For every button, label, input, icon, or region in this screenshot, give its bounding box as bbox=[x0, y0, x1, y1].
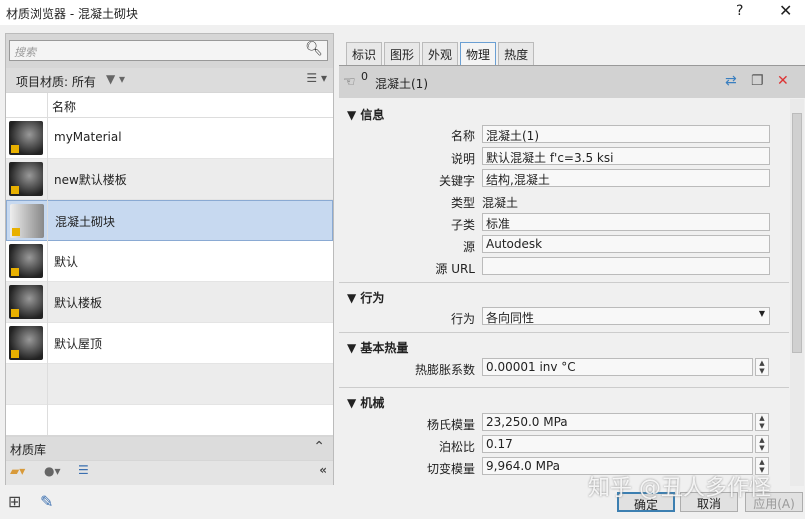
name-field[interactable]: 混凝土(1) bbox=[482, 125, 770, 143]
library-label: 材质库 bbox=[10, 443, 47, 457]
material-thumbnail bbox=[10, 204, 44, 238]
behavior-select[interactable]: 各向同性 ▼ bbox=[482, 307, 770, 325]
description-label: 说明 bbox=[450, 152, 475, 166]
tab-physical[interactable]: 物理 bbox=[460, 42, 497, 65]
material-name: 默认 bbox=[54, 255, 79, 269]
search-icon[interactable]: 🔍︎ bbox=[305, 41, 323, 57]
edit-material-icon[interactable]: ✎ bbox=[40, 492, 53, 511]
type-label: 类型 bbox=[450, 196, 475, 210]
filter-label: 项目材质: 所有 bbox=[16, 75, 96, 89]
tab-identity[interactable]: 标识 bbox=[346, 42, 383, 65]
empty-row bbox=[6, 364, 333, 405]
subtype-label: 子类 bbox=[450, 218, 475, 232]
name-label: 名称 bbox=[450, 129, 475, 143]
asset-name: 混凝土(1) bbox=[375, 77, 428, 91]
youngs-modulus-field[interactable]: 23,250.0 MPa bbox=[482, 413, 753, 431]
column-divider bbox=[47, 93, 48, 435]
material-row[interactable]: 默认屋顶 bbox=[6, 323, 333, 364]
material-row[interactable]: new默认楼板 bbox=[6, 159, 333, 200]
spinner[interactable]: ▲ ▼ bbox=[755, 358, 769, 376]
spinner[interactable]: ▲ ▼ bbox=[755, 413, 769, 431]
search-placeholder: 搜索 bbox=[14, 46, 36, 59]
remove-asset-icon[interactable]: ✕ bbox=[777, 73, 789, 89]
search-input[interactable]: 搜索 🔍︎ bbox=[9, 40, 328, 61]
type-value: 混凝土 bbox=[482, 196, 519, 210]
view-options-icon[interactable]: ☰ ▾ bbox=[306, 71, 327, 85]
library-panel-icon[interactable]: ☰ bbox=[78, 463, 89, 477]
material-thumbnail bbox=[9, 285, 43, 319]
collapse-up-icon[interactable]: ⌃ bbox=[313, 439, 325, 455]
asset-header: ☜ 0 混凝土(1) ⇄ ❐ ✕ bbox=[339, 66, 805, 98]
source-field[interactable]: Autodesk bbox=[482, 235, 770, 253]
section-thermal-header[interactable]: ▼ 基本热量 bbox=[347, 339, 408, 356]
scrollbar[interactable] bbox=[790, 99, 804, 486]
material-row-selected[interactable]: 混凝土砌块 bbox=[6, 200, 333, 241]
material-name: myMaterial bbox=[54, 130, 122, 144]
window-title: 材质浏览器 - 混凝土砌块 bbox=[6, 7, 138, 21]
shear-modulus-label: 切变模量 bbox=[426, 462, 475, 476]
section-behavior-header[interactable]: ▼ 行为 bbox=[347, 289, 384, 306]
material-row[interactable]: myMaterial bbox=[6, 118, 333, 159]
material-thumbnail bbox=[9, 121, 43, 155]
material-thumbnail bbox=[9, 162, 43, 196]
material-list: 名称 myMaterial new默认楼板 混凝土砌块 默认 默认楼板 默认屋顶 bbox=[6, 93, 333, 435]
create-material-icon[interactable]: ●▾ bbox=[44, 464, 61, 478]
tab-bar: 标识 图形 外观 物理 热度 bbox=[346, 42, 536, 65]
collapse-left-icon[interactable]: « bbox=[319, 463, 327, 477]
library-bar[interactable]: 材质库 ⌃ bbox=[6, 437, 333, 460]
poisson-ratio-field[interactable]: 0.17 bbox=[482, 435, 753, 453]
material-name: new默认楼板 bbox=[54, 173, 127, 187]
behavior-label: 行为 bbox=[450, 312, 475, 326]
close-button[interactable]: ✕ bbox=[779, 1, 792, 20]
filter-icon[interactable]: ▼ ▾ bbox=[106, 72, 125, 86]
tab-thermal[interactable]: 热度 bbox=[498, 42, 535, 65]
source-url-field[interactable] bbox=[482, 257, 770, 275]
section-mechanical-header[interactable]: ▼ 机械 bbox=[347, 394, 384, 411]
properties-panel: ☜ 0 混凝土(1) ⇄ ❐ ✕ ▼ 信息 名称 混凝土(1) 说明 默认混凝土… bbox=[339, 65, 805, 486]
material-name: 混凝土砌块 bbox=[55, 215, 116, 229]
help-button[interactable]: ? bbox=[736, 3, 743, 19]
tab-appearance[interactable]: 外观 bbox=[422, 42, 459, 65]
material-name: 默认楼板 bbox=[54, 296, 103, 310]
material-row[interactable]: 默认 bbox=[6, 241, 333, 282]
material-name: 默认屋顶 bbox=[54, 337, 103, 351]
youngs-modulus-label: 杨氏模量 bbox=[426, 418, 475, 432]
library-folder-icon[interactable]: ▰▾ bbox=[10, 464, 25, 478]
subtype-field[interactable]: 标准 bbox=[482, 213, 770, 231]
material-thumbnail bbox=[9, 326, 43, 360]
section-info-header[interactable]: ▼ 信息 bbox=[347, 106, 384, 123]
material-thumbnail bbox=[9, 244, 43, 278]
tab-graphics[interactable]: 图形 bbox=[384, 42, 421, 65]
replace-asset-icon[interactable]: ⇄ bbox=[725, 73, 737, 89]
library-toolbar: ▰▾ ●▾ ☰ « bbox=[6, 461, 333, 485]
asset-manager-icon[interactable]: ⊞ bbox=[8, 492, 21, 511]
asset-usage-count: 0 bbox=[361, 70, 368, 83]
watermark: 知乎 @丑人多作怪 bbox=[588, 476, 771, 501]
column-header[interactable]: 名称 bbox=[6, 93, 333, 118]
description-field[interactable]: 默认混凝土 f'c=3.5 ksi bbox=[482, 147, 770, 165]
thermal-expansion-label: 热膨胀系数 bbox=[414, 363, 475, 377]
hand-icon: ☜ bbox=[343, 74, 356, 90]
filter-bar: 项目材质: 所有 ▼ ▾ ☰ ▾ bbox=[6, 68, 333, 92]
title-bar: 材质浏览器 - 混凝土砌块 ? ✕ bbox=[0, 0, 805, 25]
source-url-label: 源 URL bbox=[435, 262, 475, 276]
spinner[interactable]: ▲ ▼ bbox=[755, 435, 769, 453]
duplicate-asset-icon[interactable]: ❐ bbox=[751, 73, 764, 89]
column-name: 名称 bbox=[52, 100, 77, 114]
source-label: 源 bbox=[462, 240, 475, 254]
poisson-ratio-label: 泊松比 bbox=[438, 440, 475, 454]
thermal-expansion-field[interactable]: 0.00001 inv °C bbox=[482, 358, 753, 376]
material-row[interactable]: 默认楼板 bbox=[6, 282, 333, 323]
keywords-label: 关键字 bbox=[438, 174, 475, 188]
keywords-field[interactable]: 结构,混凝土 bbox=[482, 169, 770, 187]
